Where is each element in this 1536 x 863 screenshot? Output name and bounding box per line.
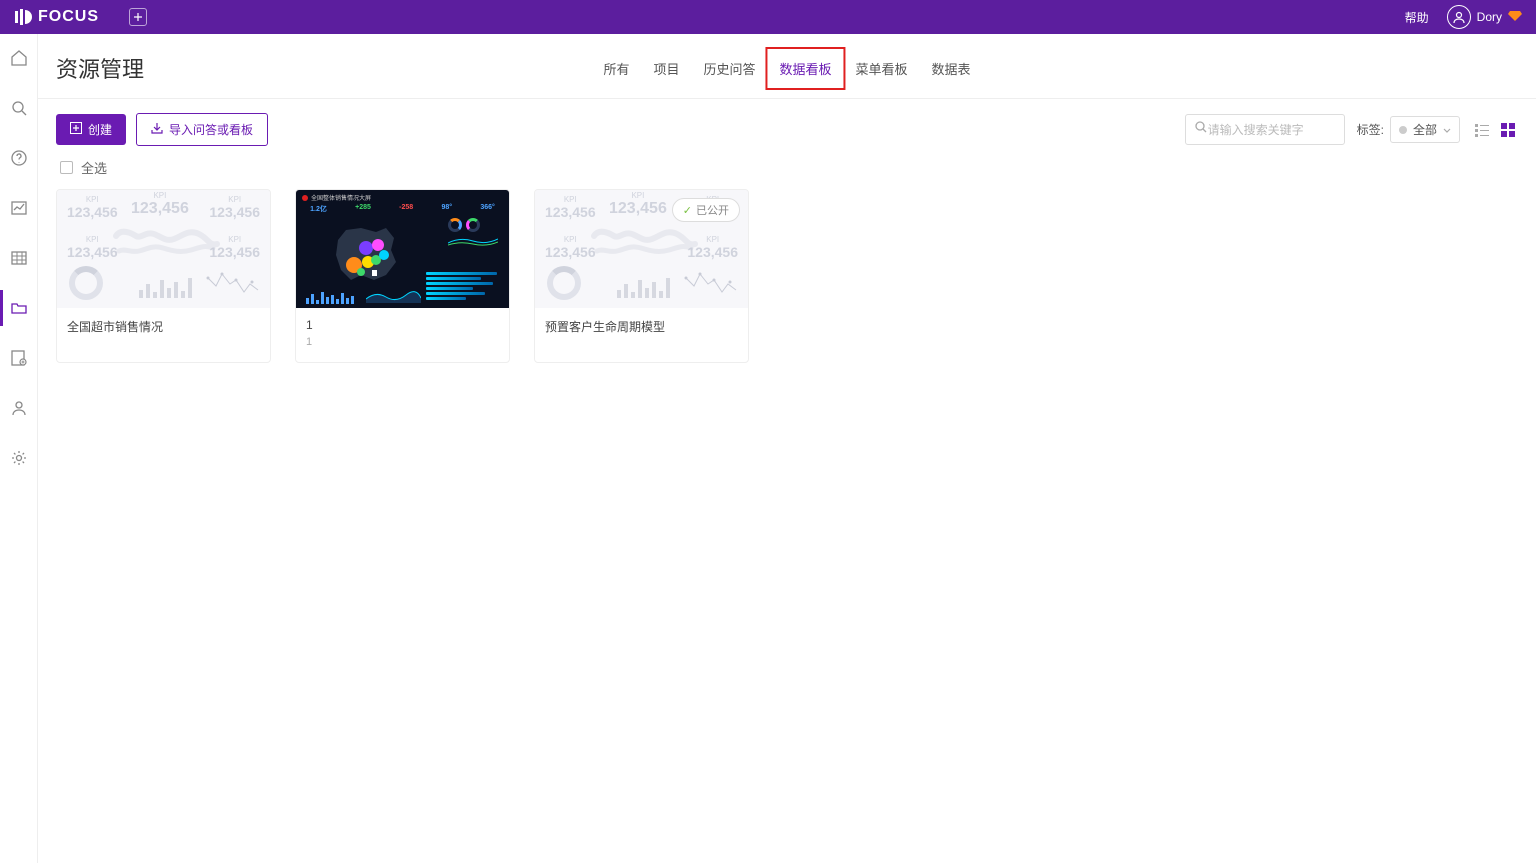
label-value: 全部 (1413, 121, 1437, 138)
topbar-right: 帮助 Dory (1405, 5, 1522, 29)
main-content: 资源管理 所有 项目 历史问答 数据看板 菜单看板 数据表 创建 导入问答或看板 (38, 34, 1536, 863)
toolbar-right: 标签: 全部 (1185, 114, 1518, 145)
card-title: 预置客户生命周期模型 (545, 318, 738, 335)
import-button[interactable]: 导入问答或看板 (136, 113, 268, 146)
search-icon (1194, 120, 1208, 139)
select-all-row: 全选 (38, 146, 1536, 183)
chevron-down-icon (1443, 123, 1451, 137)
create-label: 创建 (88, 121, 112, 138)
import-icon (151, 122, 163, 137)
tab-history[interactable]: 历史问答 (691, 49, 767, 88)
tabs: 所有 项目 历史问答 数据看板 菜单看板 数据表 (591, 49, 982, 88)
label-filter: 标签: 全部 (1357, 116, 1460, 143)
list-view-button[interactable] (1472, 120, 1492, 140)
label-text: 标签: (1357, 121, 1384, 138)
logo[interactable]: FOCUS (14, 8, 99, 26)
card-grid: KPI123,456 KPI123,456 KPI123,456 KPI123,… (38, 183, 1536, 369)
card-body: 全国超市销售情况 (57, 308, 270, 349)
select-all-label: 全选 (81, 158, 107, 177)
create-button[interactable]: 创建 (56, 114, 126, 145)
plus-box-icon (70, 122, 82, 137)
new-button[interactable] (129, 8, 147, 26)
topbar: FOCUS 帮助 Dory (0, 0, 1536, 34)
search-input-wrap[interactable] (1185, 114, 1345, 145)
page-title: 资源管理 (56, 52, 144, 84)
sidebar-item-user[interactable] (0, 396, 38, 420)
sidebar-item-search[interactable] (0, 96, 38, 120)
card-subtitle: 1 (306, 336, 499, 348)
help-link[interactable]: 帮助 (1405, 9, 1429, 26)
sidebar-item-folder[interactable] (0, 296, 38, 320)
card-title: 全国超市销售情况 (67, 318, 260, 335)
import-label: 导入问答或看板 (169, 121, 253, 138)
header-row: 资源管理 所有 项目 历史问答 数据看板 菜单看板 数据表 (38, 34, 1536, 84)
logo-text: FOCUS (38, 8, 99, 26)
tab-project[interactable]: 项目 (641, 49, 691, 88)
tab-menu-dashboard[interactable]: 菜单看板 (844, 49, 920, 88)
sidebar-item-home[interactable] (0, 46, 38, 70)
label-select[interactable]: 全部 (1390, 116, 1460, 143)
sidebar-item-chart[interactable] (0, 196, 38, 220)
status-badge: ✓ 已公开 (672, 198, 740, 222)
sidebar (0, 34, 38, 863)
select-all-checkbox[interactable] (60, 161, 73, 174)
username: Dory (1477, 10, 1502, 24)
dashboard-card[interactable]: KPI123,456 KPI123,456 KPI123,456 KPI123,… (56, 189, 271, 363)
user-menu[interactable]: Dory (1447, 5, 1522, 29)
avatar-icon (1447, 5, 1471, 29)
search-input[interactable] (1208, 123, 1336, 137)
tab-dashboard[interactable]: 数据看板 (766, 47, 846, 90)
tab-data-table[interactable]: 数据表 (920, 49, 983, 88)
tab-all[interactable]: 所有 (591, 49, 641, 88)
dot-icon (1399, 126, 1407, 134)
sidebar-item-settings[interactable] (0, 446, 38, 470)
view-toggle (1472, 120, 1518, 140)
dashboard-card[interactable]: ✓ 已公开 KPI123,456 KPI123,456 KPI123,456 K… (534, 189, 749, 363)
diamond-icon (1508, 10, 1522, 25)
card-body: 1 1 (296, 308, 509, 362)
check-icon: ✓ (683, 204, 692, 217)
dashboard-card[interactable]: 全国整体销售情况大屏 1.2亿 +285 -258 98° 366° (295, 189, 510, 363)
grid-view-button[interactable] (1498, 120, 1518, 140)
sidebar-item-data-config[interactable] (0, 346, 38, 370)
toolbar: 创建 导入问答或看板 标签: 全部 (38, 99, 1536, 146)
card-title: 1 (306, 318, 499, 332)
logo-icon (14, 8, 32, 26)
card-body: 预置客户生命周期模型 (535, 308, 748, 349)
sidebar-item-help[interactable] (0, 146, 38, 170)
card-thumbnail: 全国整体销售情况大屏 1.2亿 +285 -258 98° 366° (296, 190, 509, 308)
sidebar-item-table[interactable] (0, 246, 38, 270)
card-thumbnail: KPI123,456 KPI123,456 KPI123,456 KPI123,… (57, 190, 270, 308)
status-text: 已公开 (696, 202, 729, 218)
